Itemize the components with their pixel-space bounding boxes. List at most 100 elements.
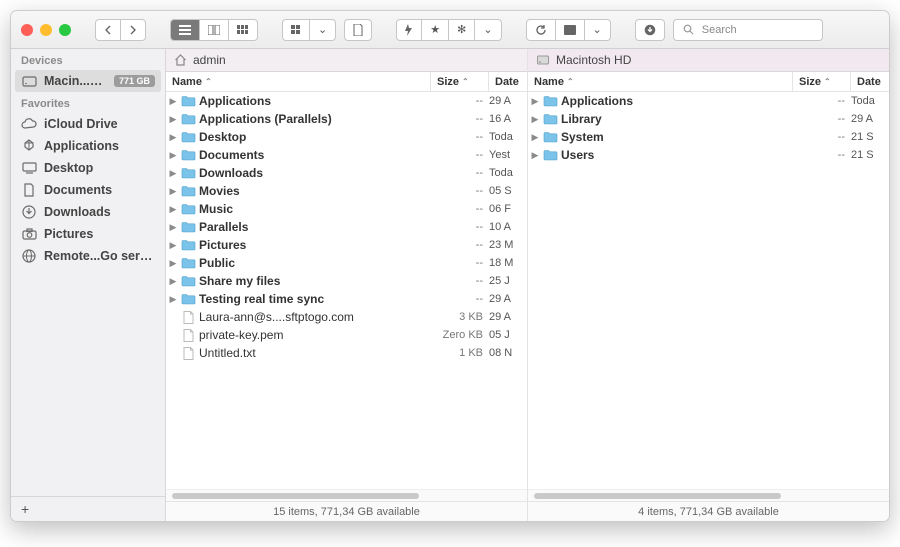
sidebar-badge: 771 GB	[114, 75, 155, 87]
new-file-button[interactable]	[345, 20, 371, 40]
column-name[interactable]: Name	[528, 72, 793, 91]
list-item[interactable]: ▶ Applications -- 29 A	[166, 92, 527, 110]
item-name: Pictures	[197, 238, 431, 252]
disclosure-triangle-icon[interactable]: ▶	[166, 132, 180, 143]
refresh-button[interactable]	[527, 20, 555, 40]
disclosure-triangle-icon[interactable]: ▶	[166, 204, 180, 215]
column-date[interactable]: Date	[851, 72, 889, 91]
sidebar-item-downloads[interactable]: Downloads	[11, 201, 165, 223]
column-size[interactable]: Size	[793, 72, 851, 91]
list-item[interactable]: ▶ Documents -- Yest	[166, 146, 527, 164]
disclosure-triangle-icon[interactable]: ▶	[166, 114, 180, 125]
disclosure-triangle-icon[interactable]: ▶	[166, 96, 180, 107]
disclosure-triangle-icon[interactable]: ▶	[528, 132, 542, 143]
item-date: 16 A	[489, 113, 527, 125]
item-name: Public	[197, 256, 431, 270]
list-item[interactable]: Untitled.txt 1 KB 08 N	[166, 344, 527, 362]
sidebar-item-label: Remote...Go server	[44, 249, 155, 263]
search-input[interactable]: Search	[673, 19, 823, 41]
list-item[interactable]: ▶ Movies -- 05 S	[166, 182, 527, 200]
list-item[interactable]: ▶ System -- 21 S	[528, 128, 889, 146]
status-bar: 15 items, 771,34 GB available	[166, 501, 527, 521]
list-item[interactable]: ▶ Pictures -- 23 M	[166, 236, 527, 254]
list-item[interactable]: ▶ Library -- 29 A	[528, 110, 889, 128]
disclosure-triangle-icon[interactable]: ▶	[166, 294, 180, 305]
item-name: Users	[559, 148, 793, 162]
list-item[interactable]: Laura-ann@s....sftptogo.com 3 KB 29 A	[166, 308, 527, 326]
gear-button[interactable]: ✻	[448, 20, 474, 40]
titlebar: ⌄ ★ ✻ ⌄ ⌄ Search	[11, 11, 889, 49]
list-item[interactable]: ▶ Users -- 21 S	[528, 146, 889, 164]
favorite-button[interactable]: ★	[421, 20, 448, 40]
disclosure-triangle-icon[interactable]: ▶	[528, 150, 542, 161]
sidebar-item-desktop[interactable]: Desktop	[11, 157, 165, 179]
disclosure-triangle-icon[interactable]: ▶	[166, 258, 180, 269]
view-icon-button[interactable]	[171, 20, 199, 40]
sidebar-item-icloud-drive[interactable]: iCloud Drive	[11, 113, 165, 135]
nav-buttons	[95, 19, 146, 41]
item-size: --	[793, 95, 851, 107]
minimize-button[interactable]	[40, 24, 52, 36]
disclosure-triangle-icon[interactable]: ▶	[166, 150, 180, 161]
item-date: Toda	[489, 131, 527, 143]
item-date: Toda	[489, 167, 527, 179]
sidebar-item-applications[interactable]: Applications	[11, 135, 165, 157]
disclosure-triangle-icon[interactable]: ▶	[166, 222, 180, 233]
close-button[interactable]	[21, 24, 33, 36]
list-item[interactable]: ▶ Downloads -- Toda	[166, 164, 527, 182]
item-size: --	[431, 275, 489, 287]
back-button[interactable]	[96, 20, 120, 40]
list-item[interactable]: ▶ Applications (Parallels) -- 16 A	[166, 110, 527, 128]
list-item[interactable]: private-key.pem Zero KB 05 J	[166, 326, 527, 344]
list-item[interactable]: ▶ Applications -- Toda	[528, 92, 889, 110]
forward-button[interactable]	[120, 20, 145, 40]
item-name: Documents	[197, 148, 431, 162]
list-item[interactable]: ▶ Public -- 18 M	[166, 254, 527, 272]
gear-dropdown[interactable]: ⌄	[474, 20, 500, 40]
add-location-button[interactable]: +	[11, 496, 165, 521]
terminal-dropdown[interactable]: ⌄	[584, 20, 610, 40]
column-name[interactable]: Name	[166, 72, 431, 91]
sync-buttons: ⌄	[526, 19, 611, 41]
sidebar-item-documents[interactable]: Documents	[11, 179, 165, 201]
disclosure-triangle-icon[interactable]: ▶	[166, 276, 180, 287]
download-button[interactable]	[636, 20, 664, 40]
list-item[interactable]: ▶ Parallels -- 10 A	[166, 218, 527, 236]
disclosure-triangle-icon[interactable]: ▶	[166, 168, 180, 179]
view-column-button[interactable]	[228, 20, 257, 40]
item-name: Untitled.txt	[197, 346, 431, 360]
folder-icon	[542, 148, 559, 162]
quick-action-button[interactable]	[397, 20, 421, 40]
column-date[interactable]: Date	[489, 72, 527, 91]
pane-header[interactable]: admin	[166, 49, 527, 72]
pane-header[interactable]: Macintosh HD	[528, 49, 889, 72]
disclosure-triangle-icon[interactable]: ▶	[528, 96, 542, 107]
disclosure-triangle-icon[interactable]: ▶	[166, 240, 180, 251]
view-list-button[interactable]	[199, 20, 228, 40]
folder-icon	[180, 238, 197, 252]
file-icon	[180, 346, 197, 360]
sidebar-item-pictures[interactable]: Pictures	[11, 223, 165, 245]
list-item[interactable]: ▶ Music -- 06 F	[166, 200, 527, 218]
list-item[interactable]: ▶ Desktop -- Toda	[166, 128, 527, 146]
column-size[interactable]: Size	[431, 72, 489, 91]
terminal-button[interactable]	[555, 20, 584, 40]
horizontal-scrollbar[interactable]	[528, 489, 889, 501]
arrange-button[interactable]	[283, 20, 309, 40]
folder-icon	[542, 94, 559, 108]
list-item[interactable]: ▶ Testing real time sync -- 29 A	[166, 290, 527, 308]
item-size: --	[431, 203, 489, 215]
disclosure-triangle-icon[interactable]: ▶	[528, 114, 542, 125]
horizontal-scrollbar[interactable]	[166, 489, 527, 501]
item-size: --	[431, 113, 489, 125]
zoom-button[interactable]	[59, 24, 71, 36]
arrange-dropdown[interactable]: ⌄	[309, 20, 335, 40]
finder-window: ⌄ ★ ✻ ⌄ ⌄ Search Devices	[10, 10, 890, 522]
sidebar-item-macin-sh-hd[interactable]: Macin...sh HD 771 GB	[15, 70, 161, 92]
item-name: Applications	[197, 94, 431, 108]
file-icon	[180, 328, 197, 342]
disclosure-triangle-icon[interactable]: ▶	[166, 186, 180, 197]
sidebar-item-label: Macin...sh HD	[44, 74, 107, 88]
sidebar-item-remote-go-server[interactable]: Remote...Go server	[11, 245, 165, 267]
list-item[interactable]: ▶ Share my files -- 25 J	[166, 272, 527, 290]
